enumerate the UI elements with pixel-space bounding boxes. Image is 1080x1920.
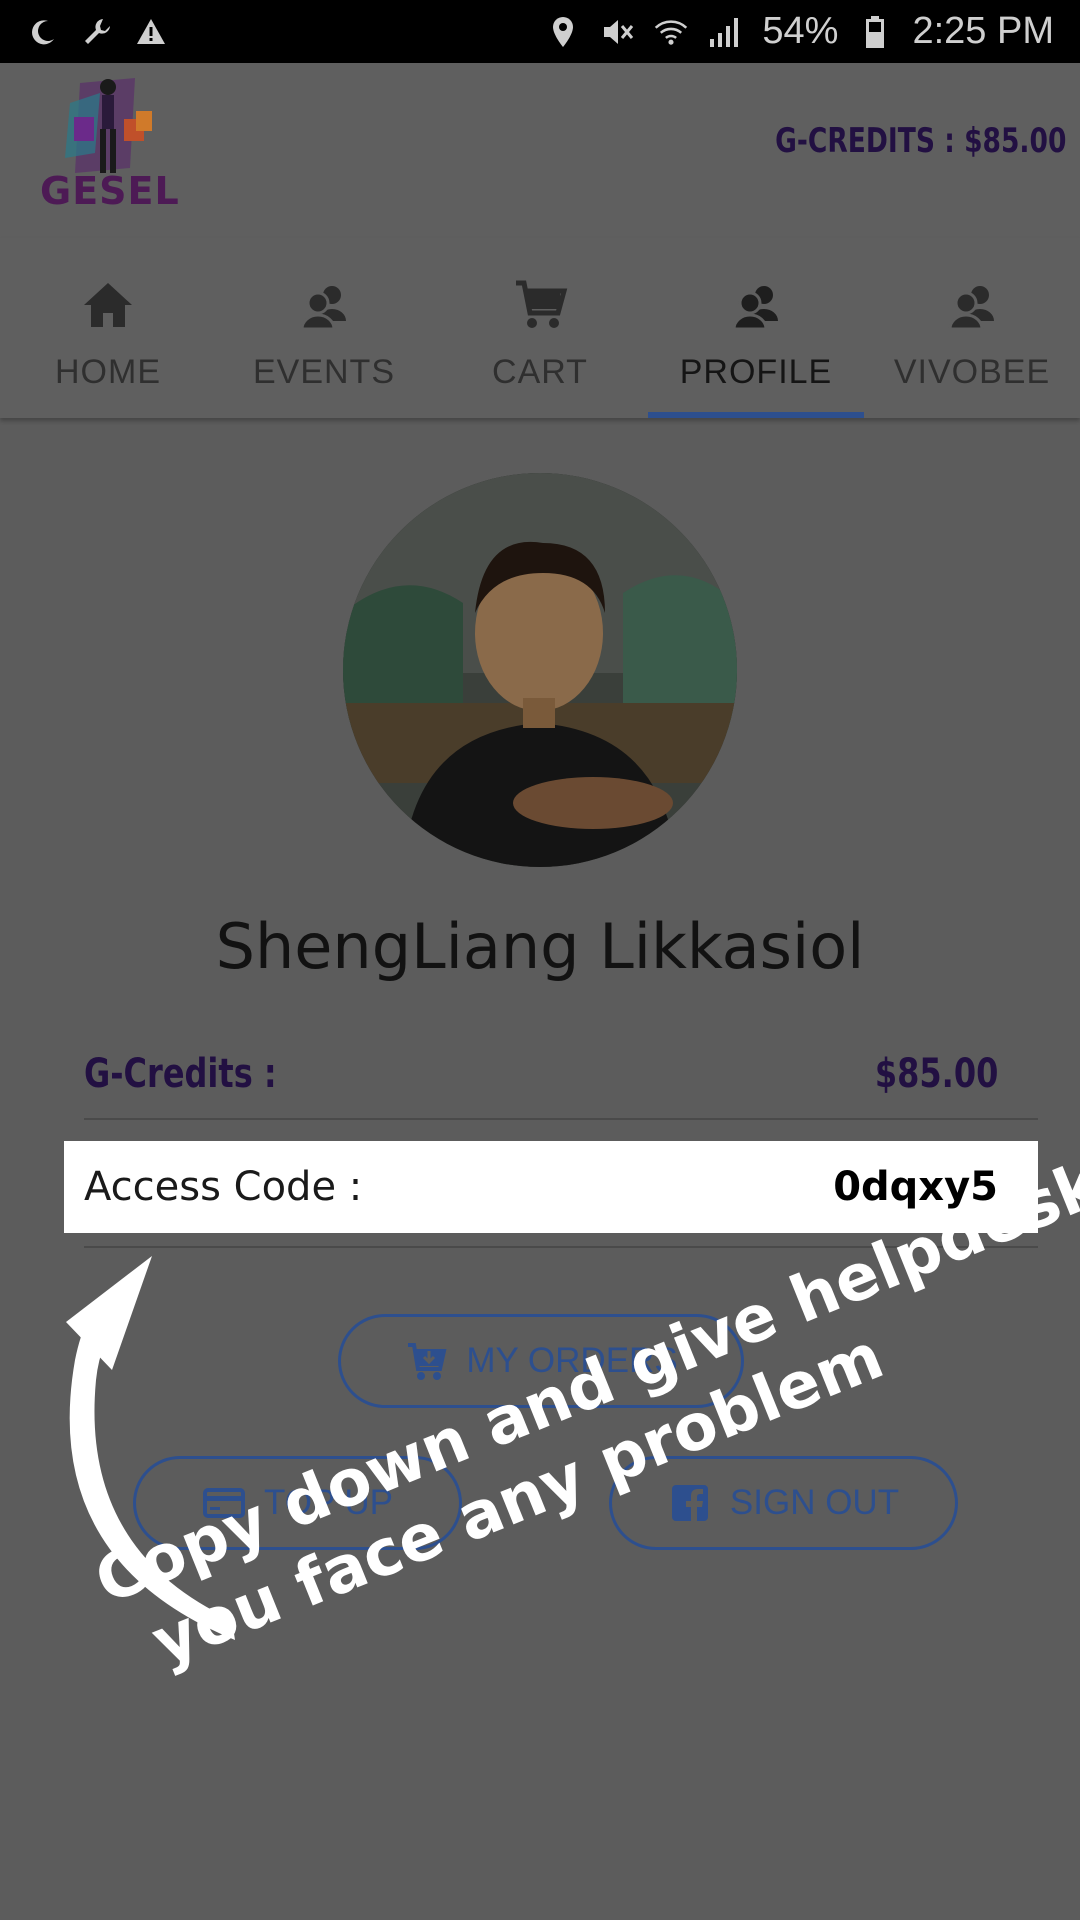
- cart-download-icon: [408, 1343, 447, 1380]
- moon-icon: [26, 15, 60, 49]
- tab-bar: HOME EVENTS CART PROFILE VIVOBEE: [0, 238, 1080, 418]
- tab-vivobee-label: VIVOBEE: [893, 352, 1051, 391]
- tab-home-label: HOME: [55, 352, 161, 391]
- clock: 2:25 PM: [912, 10, 1054, 52]
- people-icon: [948, 285, 994, 330]
- tab-cart[interactable]: CART: [432, 238, 648, 418]
- battery-percent: 54%: [762, 10, 839, 52]
- shopper-figure-icon: [65, 78, 152, 173]
- status-bar: 54% 2:25 PM: [0, 0, 1080, 63]
- access-code-label: Access Code :: [84, 1164, 363, 1210]
- tab-cart-label: CART: [492, 352, 588, 391]
- tab-vivobee[interactable]: VIVOBEE: [864, 238, 1080, 418]
- avatar[interactable]: [343, 473, 737, 867]
- tab-events-label: EVENTS: [252, 352, 396, 391]
- sign-out-label: SIGN OUT: [729, 1483, 900, 1522]
- header-credits: G-CREDITS : $85.00: [774, 121, 1066, 161]
- signal-icon: [708, 15, 742, 49]
- location-icon: [546, 15, 580, 49]
- access-code-row[interactable]: Access Code : 0dqxy5: [64, 1141, 1038, 1233]
- people-icon: [300, 285, 346, 330]
- wrench-icon: [80, 15, 114, 49]
- people-icon: [732, 285, 778, 330]
- home-icon: [84, 282, 132, 327]
- battery-icon: [858, 15, 892, 49]
- annotation-text: Copy down and give helpdesk if you face …: [85, 1121, 1080, 1694]
- profile-name: ShengLiang Likkasiol: [215, 910, 865, 983]
- facebook-icon: [671, 1485, 708, 1521]
- cart-icon: [516, 280, 568, 328]
- tab-profile[interactable]: PROFILE: [648, 238, 864, 418]
- mute-icon: [600, 15, 634, 49]
- credits-row: G-Credits : $85.00: [84, 1030, 1038, 1120]
- app-header: GESEL G-CREDITS : $85.00: [0, 63, 1080, 238]
- tab-home[interactable]: HOME: [0, 238, 216, 418]
- logo-text: GESEL: [40, 169, 180, 213]
- credits-label: G-Credits :: [84, 1051, 277, 1097]
- profile-photo: [343, 473, 737, 867]
- tab-profile-label: PROFILE: [679, 352, 833, 391]
- credits-value: $85.00: [874, 1051, 998, 1097]
- tab-events[interactable]: EVENTS: [216, 238, 432, 418]
- warning-icon: [134, 15, 168, 49]
- wifi-icon: [654, 15, 688, 49]
- gesel-logo[interactable]: GESEL: [40, 73, 180, 213]
